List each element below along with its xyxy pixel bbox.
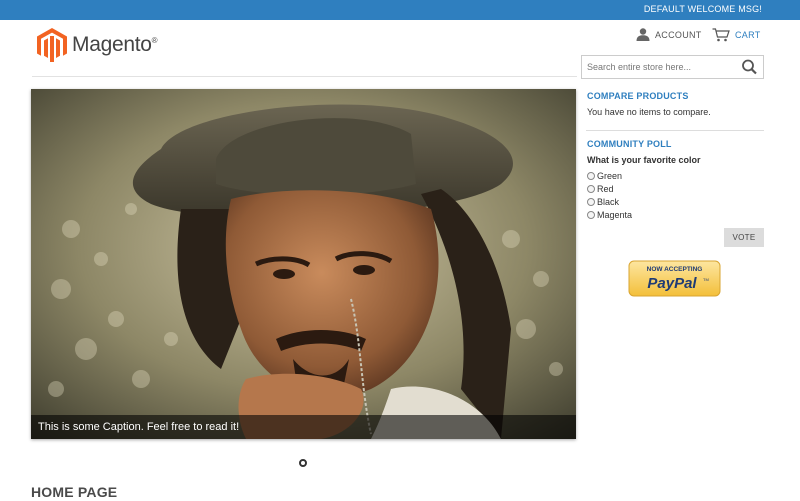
- slider-pager-dot[interactable]: [299, 459, 307, 467]
- user-icon: [636, 28, 650, 41]
- top-bar: DEFAULT WELCOME MSG!: [0, 0, 800, 20]
- search-input[interactable]: [582, 56, 738, 78]
- radio-button[interactable]: [587, 172, 595, 180]
- slide-image: [31, 89, 576, 439]
- search-box: [581, 55, 764, 79]
- poll-option-magenta[interactable]: Magenta: [587, 210, 632, 220]
- community-poll-title: COMMUNITY POLL: [587, 139, 672, 149]
- sidebar-divider: [586, 130, 764, 131]
- radio-button[interactable]: [587, 198, 595, 206]
- logo-text: Magento®: [72, 33, 158, 56]
- paypal-line1: NOW ACCEPTING: [647, 266, 703, 273]
- account-link[interactable]: ACCOUNT: [636, 28, 702, 41]
- radio-button[interactable]: [587, 185, 595, 193]
- account-label: ACCOUNT: [655, 29, 702, 40]
- store-logo[interactable]: Magento®: [37, 28, 158, 62]
- compare-products-title: COMPARE PRODUCTS: [587, 91, 689, 101]
- radio-button[interactable]: [587, 211, 595, 219]
- header-divider: [32, 76, 577, 77]
- poll-option-label: Red: [597, 184, 614, 194]
- poll-question: What is your favorite color: [587, 155, 701, 165]
- poll-option-red[interactable]: Red: [587, 184, 614, 194]
- hero-slider[interactable]: This is some Caption. Feel free to read …: [31, 89, 576, 439]
- search-button[interactable]: [741, 59, 759, 75]
- compare-empty-text: You have no items to compare.: [587, 107, 711, 117]
- cart-label: CART: [735, 30, 761, 40]
- welcome-message: DEFAULT WELCOME MSG!: [643, 4, 762, 14]
- vote-button[interactable]: VOTE: [724, 228, 764, 247]
- paypal-badge[interactable]: NOW ACCEPTING PayPal TM: [628, 260, 721, 297]
- slide-caption-bar: This is some Caption. Feel free to read …: [31, 415, 576, 439]
- page-title: HOME PAGE: [31, 484, 118, 500]
- search-icon: [742, 59, 757, 75]
- slide-caption: This is some Caption. Feel free to read …: [38, 421, 240, 433]
- cart-link[interactable]: CART: [712, 28, 761, 42]
- poll-option-label: Green: [597, 171, 623, 181]
- poll-option-label: Magenta: [597, 210, 633, 220]
- poll-option-label: Black: [597, 197, 620, 207]
- paypal-trademark: TM: [703, 277, 709, 282]
- poll-option-black[interactable]: Black: [587, 197, 619, 207]
- magento-logo-icon: [37, 28, 67, 62]
- cart-icon: [712, 28, 730, 42]
- paypal-line2: PayPal: [647, 275, 697, 292]
- poll-option-green[interactable]: Green: [587, 171, 622, 181]
